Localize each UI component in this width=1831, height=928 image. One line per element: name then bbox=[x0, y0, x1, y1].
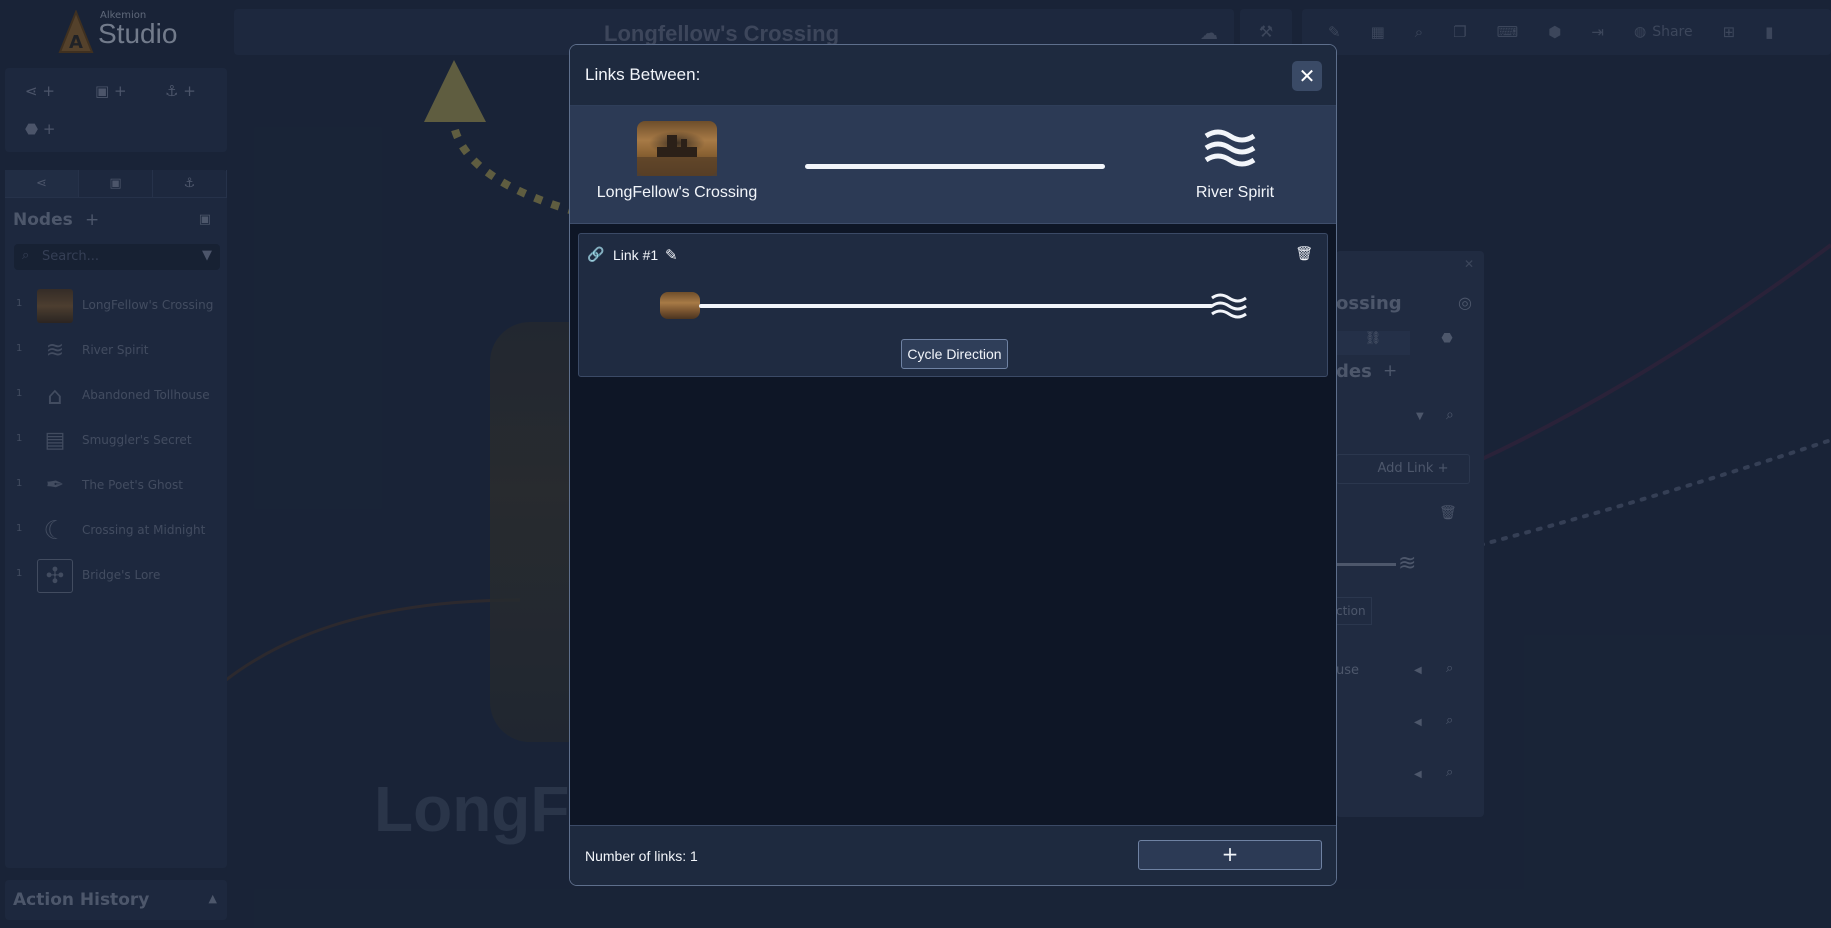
source-node-label: LongFellow's Crossing bbox=[596, 184, 758, 201]
link-card: 🔗 Link #1 ✎ 🗑 Cycle Direction bbox=[578, 233, 1328, 377]
link-count: Number of links: 1 bbox=[585, 848, 698, 864]
target-node-label: River Spirit bbox=[1195, 184, 1275, 201]
waves-icon bbox=[1204, 129, 1256, 167]
links-list: 🔗 Link #1 ✎ 🗑 Cycle Direction bbox=[570, 225, 1336, 871]
modal-footer: Number of links: 1 + bbox=[570, 825, 1336, 885]
waves-icon bbox=[1211, 293, 1247, 319]
close-button[interactable]: ✕ bbox=[1292, 61, 1322, 91]
modal-title: Links Between: bbox=[585, 65, 701, 84]
cycle-direction-button[interactable]: Cycle Direction bbox=[901, 339, 1008, 369]
link-line bbox=[805, 164, 1105, 169]
castle-silhouette-icon bbox=[637, 135, 717, 176]
modal-header: Links Between: ✕ bbox=[570, 45, 1336, 106]
trash-icon[interactable]: 🗑 bbox=[1295, 246, 1313, 262]
link-direction-line bbox=[699, 304, 1213, 308]
link-endpoints: LongFellow's Crossing River Spirit bbox=[570, 106, 1336, 224]
link-name: Link #1 bbox=[613, 247, 659, 263]
add-link-button[interactable]: + bbox=[1138, 840, 1322, 870]
link-icon: 🔗 bbox=[587, 247, 605, 263]
pencil-icon[interactable]: ✎ bbox=[665, 246, 678, 264]
source-node-thumbnail bbox=[637, 121, 717, 176]
close-icon: ✕ bbox=[1298, 64, 1316, 88]
source-mini-thumbnail bbox=[660, 292, 700, 319]
links-between-modal: Links Between: ✕ LongFellow's Crossing R… bbox=[569, 44, 1337, 886]
